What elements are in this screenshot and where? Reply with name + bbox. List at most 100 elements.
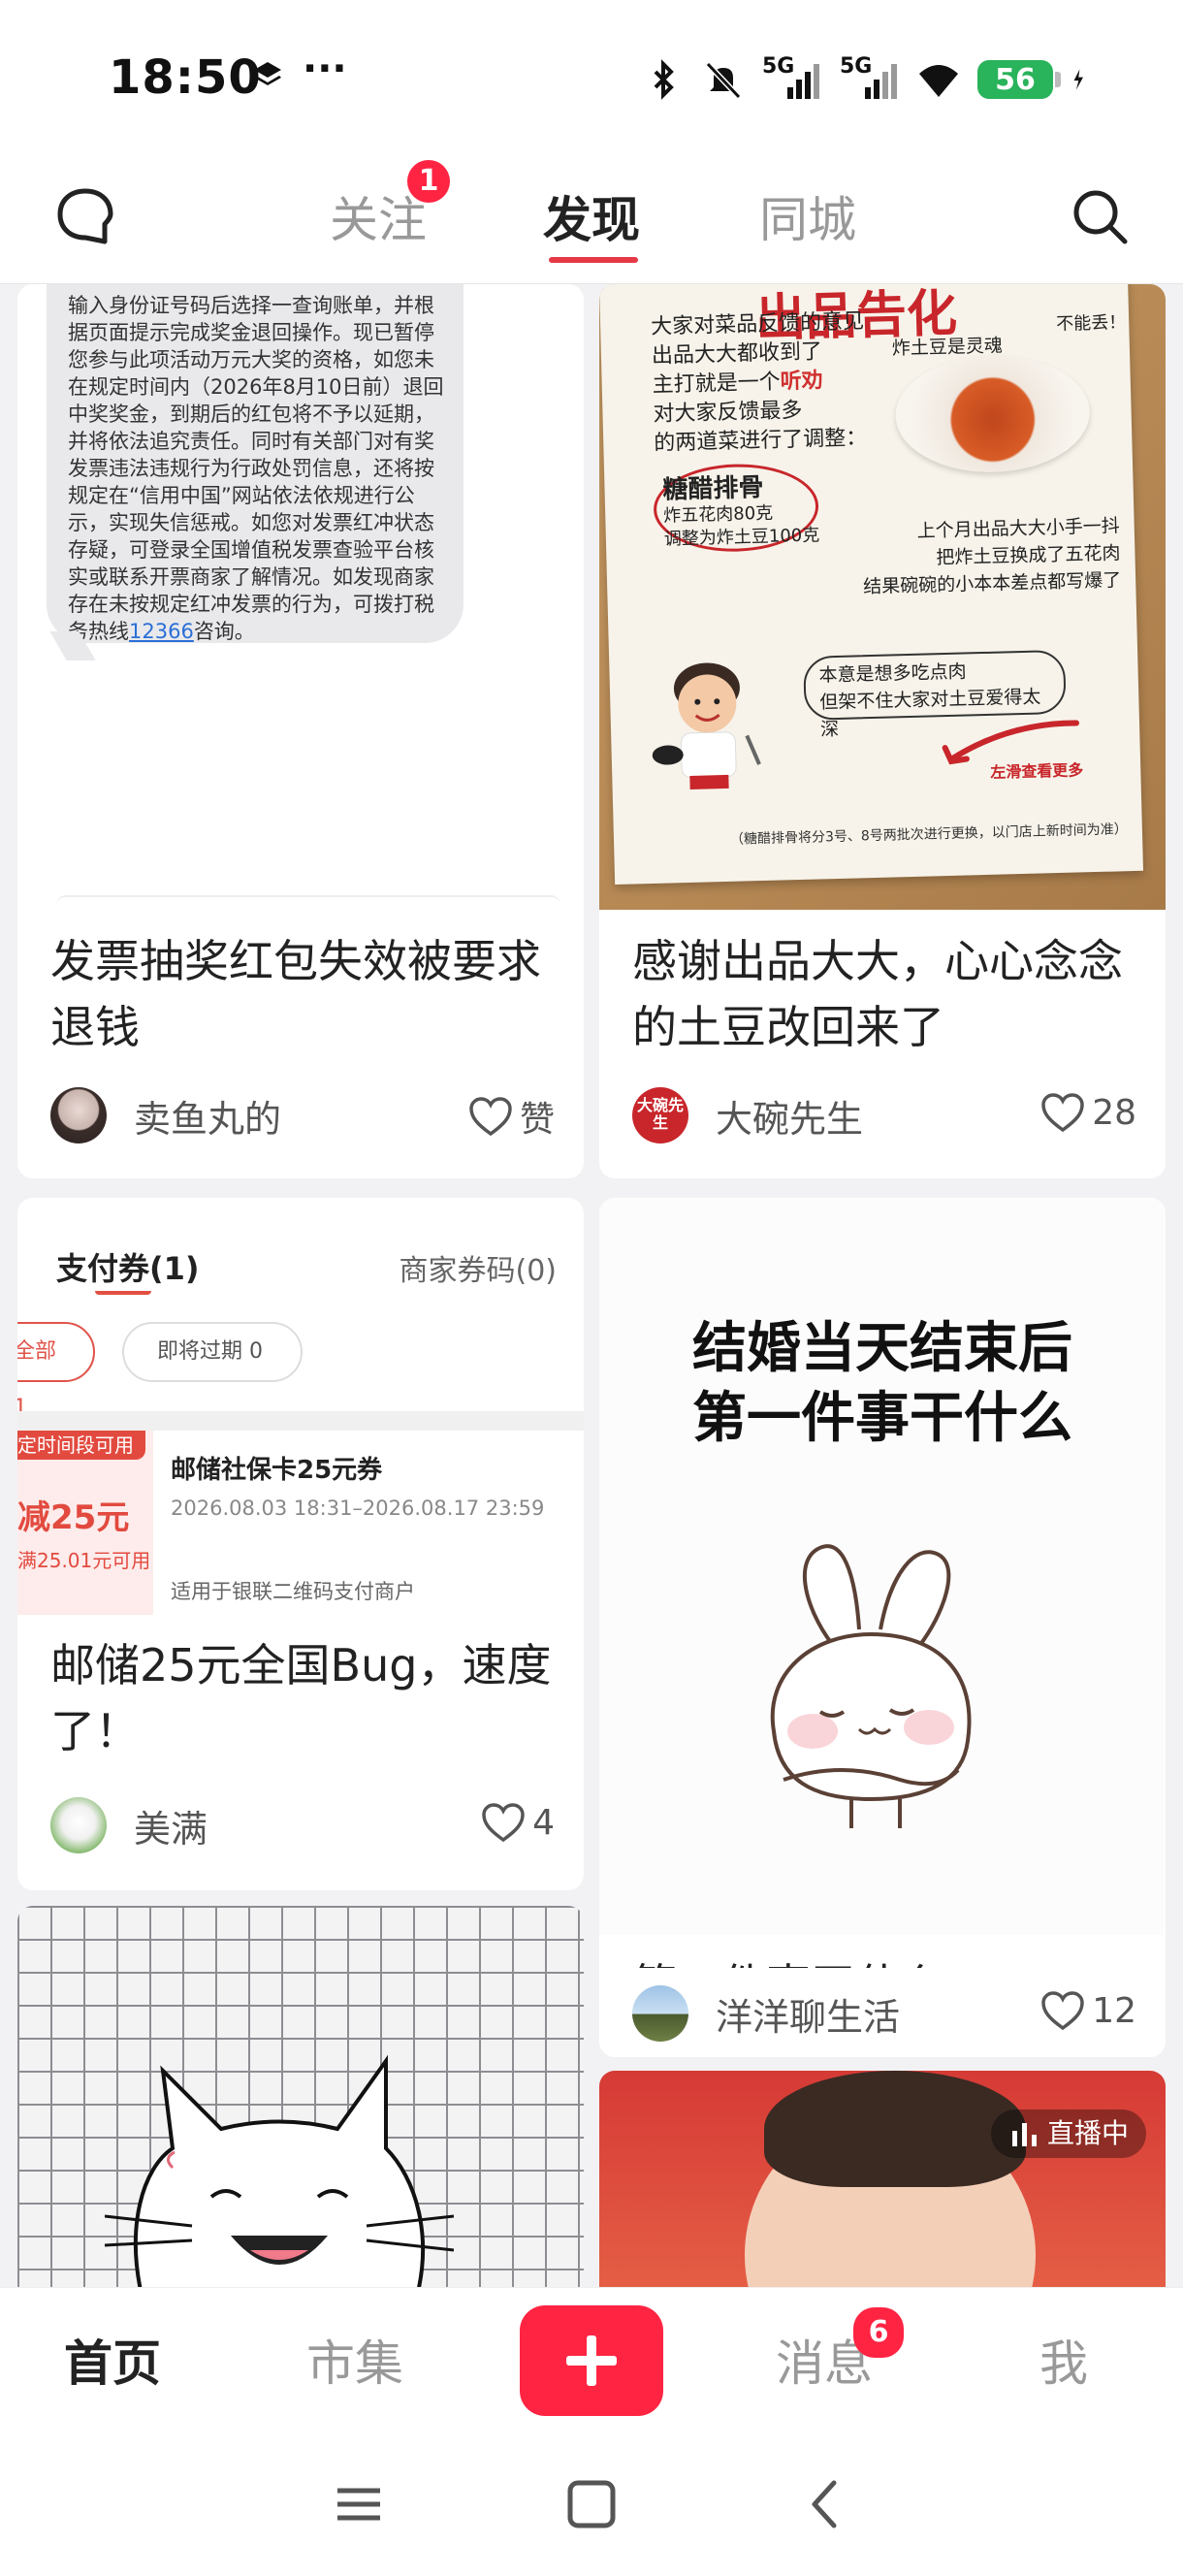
app-screen: 18:50 ··· 5G 5G 56 关注 1 发现 同城 输入身份证号码后选择… <box>0 0 1183 2576</box>
streamer-hair <box>764 2071 1026 2187</box>
card-image: 支付券(1) 商家券码(0) <box>17 1198 584 1334</box>
follow-badge: 1 <box>407 160 450 203</box>
back-icon[interactable] <box>797 2475 855 2533</box>
status-time: 18:50 <box>109 50 262 105</box>
like-count: 赞 <box>519 1100 555 1140</box>
coupon-tab-merchant: 商家券码(0) <box>399 1254 558 1288</box>
image-caption: 结婚当天结束后 第一件事干什么 <box>599 1314 1166 1454</box>
time-tag: 定时间段可用 <box>17 1431 145 1460</box>
coupon-amount-panel: 定时间段可用 减25元 满25.01元可用 <box>17 1431 153 1615</box>
tab-discover[interactable]: 发现 <box>543 181 640 251</box>
like-button[interactable]: 12 <box>1039 1989 1136 2032</box>
dish-text: 糖醋排骨 炸五花肉80克 调整为炸土豆100克 <box>662 471 819 551</box>
like-button[interactable]: 4 <box>480 1801 555 1844</box>
author-name: 洋洋聊生活 <box>716 1995 901 2039</box>
image-caption-line: 第一件事干什么 <box>692 1387 1072 1450</box>
speech-bubble: 本意是想多吃点肉 但架不住大家对土豆爱得太深 <box>803 649 1067 740</box>
home-icon[interactable] <box>562 2475 621 2533</box>
sms-suffix: 咨询。 <box>193 620 255 643</box>
note-card[interactable]: 输入身份证号码后选择一查询账单，并根据页面提示完成奖金退回操作。现已暂停您参与此… <box>17 284 584 1178</box>
poster-footnote: （糖醋排骨将分3号、8号两批次进行更换，以门店上新时间为准） <box>729 821 1128 848</box>
status-bar: 18:50 ··· 5G 5G 56 <box>0 0 1183 160</box>
dish-line: 调整为炸土豆100克 <box>663 525 820 550</box>
live-bars-icon <box>1011 2123 1037 2146</box>
card-title: 发票抽奖红包失效被要求退钱 <box>50 935 541 1053</box>
heart-icon <box>469 1097 512 1137</box>
publish-plus-button[interactable] <box>520 2305 663 2416</box>
card-image <box>17 1906 584 2287</box>
author-name: 美满 <box>134 1807 208 1851</box>
like-count: 12 <box>1092 1990 1136 2031</box>
discover-feed[interactable]: 输入身份证号码后选择一查询账单，并根据页面提示完成奖金退回操作。现已暂停您参与此… <box>0 284 1183 2287</box>
bottom-nav: 首页 市集 消息 6 我 <box>0 2287 1183 2432</box>
filter-all: 全部 1 <box>17 1322 95 1420</box>
cat-drawing <box>105 2054 454 2287</box>
coupon-min: 满25.01元可用 <box>17 1549 151 1572</box>
active-tab-indicator <box>549 257 638 263</box>
like-count: 28 <box>1092 1092 1136 1133</box>
layers-icon <box>254 62 281 85</box>
rabbit-illustration <box>770 1544 972 1828</box>
filter-expiring: 即将过期 0 <box>122 1322 303 1382</box>
poster-line: 的两道菜进行了调整： <box>653 426 868 456</box>
author-name: 卖鱼丸的 <box>134 1097 282 1141</box>
signal-icon: 5G <box>840 54 900 101</box>
note-card[interactable] <box>17 1906 584 2287</box>
note-card-footer[interactable]: 洋洋聊生活 12 <box>599 1968 1166 2057</box>
hotline-link: 12366 <box>129 620 194 643</box>
network-type: 5G <box>762 54 795 79</box>
sms-input-edge <box>56 895 560 915</box>
messages-badge: 6 <box>853 2307 904 2358</box>
swipe-hint: 左滑查看更多 <box>990 760 1084 782</box>
card-image: 输入身份证号码后选择一查询账单，并根据页面提示完成奖金退回操作。现已暂停您参与此… <box>17 284 584 909</box>
nav-home[interactable]: 首页 <box>64 2325 161 2395</box>
avatar <box>632 1985 688 2042</box>
card-title: 感谢出品大大，心心念念的土豆改回来了 <box>632 935 1123 1053</box>
avatar <box>50 1087 107 1143</box>
search-icon[interactable] <box>1065 181 1135 251</box>
heart-icon <box>1041 1991 1084 2031</box>
note-card[interactable]: 出品告化 大家对菜品反馈的意见 出品大大都收到了 主打就是一个听劝 对大家反馈最… <box>599 284 1166 1178</box>
poster-right-text: 上个月出品大大小手一抖 把炸土豆换成了五花肉 结果碗碗的小本本差点都写爆了 <box>847 512 1122 600</box>
poster-line: 主打就是一个 <box>652 370 782 398</box>
menu-icon[interactable] <box>330 2475 388 2533</box>
coupon-date: 2026.08.03 18:31–2026.08.17 23:59 <box>171 1497 545 1520</box>
food-note: 不能丢！ <box>1055 312 1127 335</box>
card-image <box>599 2071 1166 2287</box>
dish-name: 糖醋排骨 <box>662 472 764 505</box>
sms-text: 输入身份证号码后选择一查询账单，并根据页面提示完成奖金退回操作。现已暂停您参与此… <box>68 294 444 643</box>
nav-market[interactable]: 市集 <box>306 2325 403 2395</box>
like-button[interactable]: 赞 <box>467 1091 555 1142</box>
chat-bubble-icon[interactable] <box>50 181 120 251</box>
coupon-scope: 适用于银联二维码支付商户 <box>171 1580 415 1603</box>
like-button[interactable]: 28 <box>1039 1091 1136 1134</box>
card-author[interactable]: 洋洋聊生活 <box>632 1985 900 2042</box>
card-author[interactable]: 卖鱼丸的 <box>50 1087 281 1143</box>
avatar: 大碗先生 <box>632 1087 688 1143</box>
card-title: 邮储25元全国Bug，速度了！ <box>50 1639 552 1757</box>
note-card[interactable]: 支付券(1) 商家券码(0) 全部 1 即将过期 0 定时间段可用 减25元 满… <box>17 1198 584 1890</box>
nav-me[interactable]: 我 <box>1039 2325 1088 2395</box>
heart-icon <box>482 1803 525 1843</box>
bluetooth-icon <box>654 59 674 100</box>
live-badge: 直播中 <box>990 2109 1146 2158</box>
poster-paper: 出品告化 大家对菜品反馈的意见 出品大大都收到了 主打就是一个听劝 对大家反馈最… <box>599 284 1144 886</box>
note-card[interactable]: 结婚当天结束后 第一件事干什么 第一件事干什么 <box>599 1198 1166 2057</box>
poster-line: 大家对菜品反馈的意见 <box>650 309 865 339</box>
card-author[interactable]: 美满 <box>50 1797 208 1853</box>
poster-highlight: 听劝 <box>780 369 824 395</box>
avatar-text: 大碗先生 <box>636 1096 684 1132</box>
top-nav: 关注 1 发现 同城 <box>0 160 1183 284</box>
image-caption-line: 结婚当天结束后 <box>692 1317 1072 1380</box>
coupon-tab-pay: 支付券(1) <box>56 1250 200 1287</box>
charging-icon <box>1073 69 1083 90</box>
live-label: 直播中 <box>1046 2117 1129 2149</box>
coupon-amount: 减25元 <box>17 1498 130 1537</box>
tab-nearby[interactable]: 同城 <box>759 181 856 251</box>
note-card[interactable]: 直播中 <box>599 2071 1166 2287</box>
more-dots: ··· <box>303 47 347 91</box>
status-icons: 5G 5G 56 <box>642 50 1096 109</box>
poster-line: 结果碗碗的小本本差点都写爆了 <box>862 569 1122 598</box>
divider <box>17 1411 584 1431</box>
card-author[interactable]: 大碗先生 大碗先生 <box>632 1087 863 1143</box>
